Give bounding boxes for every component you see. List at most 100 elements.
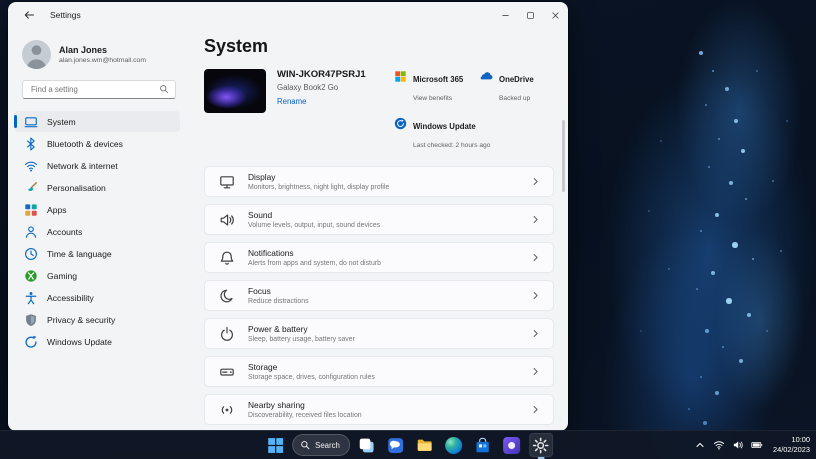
back-button[interactable] xyxy=(16,2,42,28)
sidebar-nav: System Bluetooth & devices Network & int… xyxy=(14,111,180,352)
shield-icon xyxy=(24,313,38,327)
caption-buttons xyxy=(493,2,568,28)
app-purple-button[interactable] xyxy=(500,433,524,457)
device-header: WIN-JKOR47PSRJ1 Galaxy Book2 Go Rename M… xyxy=(204,69,554,152)
row-title: Notifications xyxy=(248,248,381,258)
minimize-button[interactable] xyxy=(493,2,518,28)
row-display[interactable]: Display Monitors, brightness, night light… xyxy=(204,166,554,197)
user-name: Alan Jones xyxy=(59,45,146,55)
row-subtitle: Volume levels, output, input, sound devi… xyxy=(248,222,380,229)
row-power-battery[interactable]: Power & batterySleep, battery usage, bat… xyxy=(204,318,554,349)
apps-grid-icon xyxy=(24,203,38,217)
sidebar-item-label: Bluetooth & devices xyxy=(47,139,123,149)
taskbar-clock[interactable]: 10:00 24/02/2023 xyxy=(773,435,810,455)
chevron-right-icon xyxy=(530,366,541,377)
settings-app-button[interactable] xyxy=(529,433,553,457)
avatar xyxy=(22,40,51,69)
file-explorer-button[interactable] xyxy=(413,433,437,457)
row-subtitle: Sleep, battery usage, battery saver xyxy=(248,336,355,343)
onedrive-icon xyxy=(480,70,493,83)
status-title: Windows Update xyxy=(413,122,476,131)
clock-icon xyxy=(24,247,38,261)
purple-app-icon xyxy=(503,437,520,454)
window-title: Settings xyxy=(50,10,81,20)
sidebar-item-label: Windows Update xyxy=(47,337,112,347)
status-subtitle: View benefits xyxy=(413,95,452,102)
sidebar-item-system[interactable]: System xyxy=(14,111,180,132)
row-subtitle: Monitors, brightness, night light, displ… xyxy=(248,184,389,191)
search-icon xyxy=(159,81,169,99)
chevron-right-icon xyxy=(530,214,541,225)
clock-time: 10:00 xyxy=(773,435,810,445)
row-subtitle: Alerts from apps and system, do not dist… xyxy=(248,260,381,267)
search-icon xyxy=(300,440,310,450)
user-email: alan.jones.wm@hotmail.com xyxy=(59,57,146,64)
chat-button[interactable] xyxy=(384,433,408,457)
storage-drive-icon xyxy=(219,364,235,380)
window-titlebar: Settings xyxy=(8,2,568,28)
row-sound[interactable]: SoundVolume levels, output, input, sound… xyxy=(204,204,554,235)
onedrive-card[interactable]: OneDriveBacked up xyxy=(480,69,552,105)
edge-icon xyxy=(445,437,462,454)
device-thumbnail xyxy=(204,69,266,113)
tray-wifi-icon[interactable] xyxy=(712,438,726,452)
sidebar-item-time-language[interactable]: Time & language xyxy=(14,243,180,264)
task-view-button[interactable] xyxy=(355,433,379,457)
sidebar-item-personalisation[interactable]: Personalisation xyxy=(14,177,180,198)
sidebar-item-windows-update[interactable]: Windows Update xyxy=(14,331,180,352)
wifi-icon xyxy=(24,159,38,173)
taskbar-search[interactable]: Search xyxy=(292,434,350,456)
sidebar-item-label: Time & language xyxy=(47,249,112,259)
rename-link[interactable]: Rename xyxy=(277,97,366,106)
sidebar-item-label: Accessibility xyxy=(47,293,94,303)
display-icon xyxy=(219,174,235,190)
sidebar-item-bluetooth-devices[interactable]: Bluetooth & devices xyxy=(14,133,180,154)
store-button[interactable] xyxy=(471,433,495,457)
row-subtitle: Discoverability, received files location xyxy=(248,412,362,419)
sidebar-item-label: Personalisation xyxy=(47,183,106,193)
power-icon xyxy=(219,326,235,342)
chevron-right-icon xyxy=(530,328,541,339)
maximize-button[interactable] xyxy=(518,2,543,28)
taskbar-search-label: Search xyxy=(315,441,340,450)
sidebar-item-label: Privacy & security xyxy=(47,315,115,325)
paintbrush-icon xyxy=(24,181,38,195)
sidebar-item-gaming[interactable]: Gaming xyxy=(14,265,180,286)
sidebar-item-apps[interactable]: Apps xyxy=(14,199,180,220)
user-account-block[interactable]: Alan Jones alan.jones.wm@hotmail.com xyxy=(22,38,176,70)
tray-battery-icon[interactable] xyxy=(750,438,764,452)
chevron-right-icon xyxy=(530,252,541,263)
device-model: Galaxy Book2 Go xyxy=(277,83,366,92)
row-focus[interactable]: FocusReduce distractions xyxy=(204,280,554,311)
row-subtitle: Storage space, drives, configuration rul… xyxy=(248,374,375,381)
window-scrollbar[interactable] xyxy=(562,120,565,192)
microsoft-365-icon xyxy=(394,70,407,83)
microsoft-365-card[interactable]: Microsoft 365View benefits xyxy=(394,69,476,105)
search-input[interactable] xyxy=(29,84,159,95)
row-nearby-sharing[interactable]: Nearby sharingDiscoverability, received … xyxy=(204,394,554,425)
accessibility-icon xyxy=(24,291,38,305)
tray-volume-icon[interactable] xyxy=(731,438,745,452)
sidebar-item-privacy-security[interactable]: Privacy & security xyxy=(14,309,180,330)
focus-moon-icon xyxy=(219,288,235,304)
row-notifications[interactable]: Notifications Alerts from apps and system… xyxy=(204,242,554,273)
sidebar-item-network-internet[interactable]: Network & internet xyxy=(14,155,180,176)
taskbar-center: Search xyxy=(263,431,553,459)
status-subtitle: Last checked: 2 hours ago xyxy=(413,142,490,149)
sidebar-item-accounts[interactable]: Accounts xyxy=(14,221,180,242)
windows-update-card[interactable]: Windows UpdateLast checked: 2 hours ago xyxy=(394,116,476,152)
sidebar-item-accessibility[interactable]: Accessibility xyxy=(14,287,180,308)
settings-window: Settings Alan Jones alan.jones.wm@hotmai… xyxy=(8,2,568,431)
start-button[interactable] xyxy=(263,433,287,457)
edge-button[interactable] xyxy=(442,433,466,457)
row-title: Display xyxy=(248,172,389,182)
settings-sidebar: Alan Jones alan.jones.wm@hotmail.com Sys… xyxy=(8,28,186,431)
row-title: Storage xyxy=(248,362,375,372)
close-button[interactable] xyxy=(543,2,568,28)
chevron-right-icon xyxy=(530,176,541,187)
row-subtitle: Reduce distractions xyxy=(248,298,309,305)
person-icon xyxy=(24,225,38,239)
status-subtitle: Backed up xyxy=(499,95,530,102)
row-storage[interactable]: Storage Storage space, drives, configurat… xyxy=(204,356,554,387)
tray-chevron-up-icon[interactable] xyxy=(693,438,707,452)
